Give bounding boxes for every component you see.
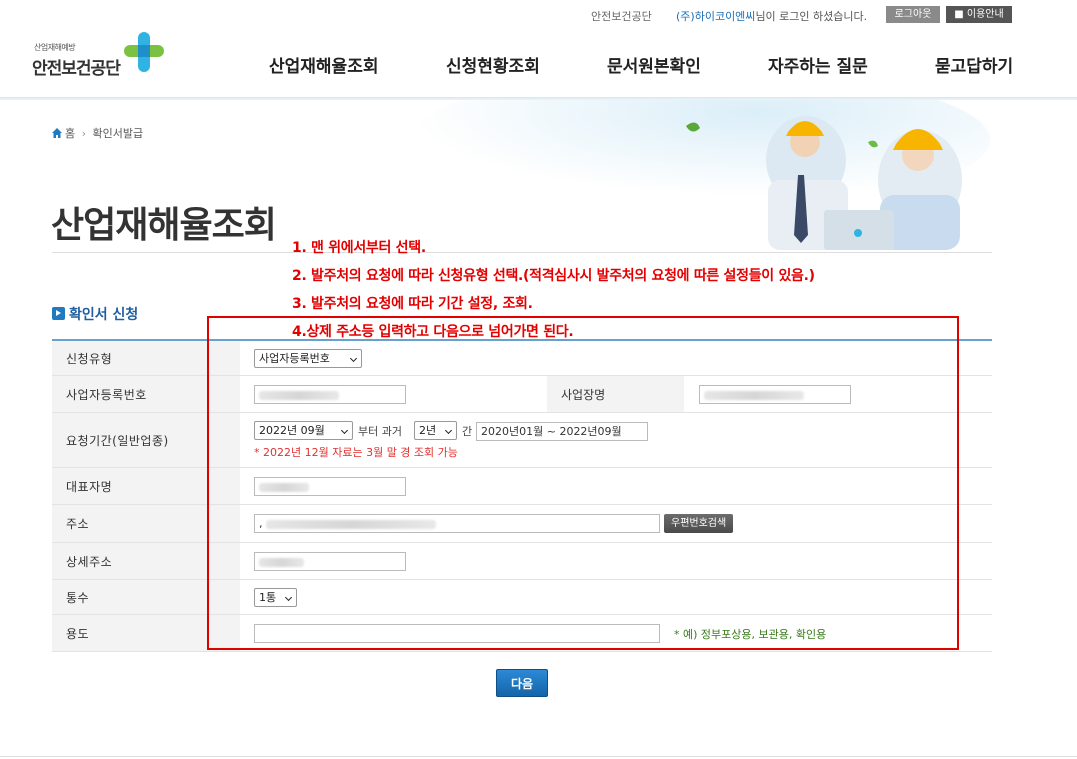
annotation-note-1: 1. 맨 위에서부터 선택. [292, 240, 426, 256]
type-select[interactable]: 사업자등록번호 [254, 349, 362, 368]
home-icon[interactable] [52, 128, 62, 138]
form-row-purpose: 용도 * 예) 정부포상용, 보관용, 확인용 [52, 615, 992, 652]
breadcrumb-home[interactable]: 홈 [65, 127, 75, 140]
address-input[interactable]: , [254, 514, 660, 533]
bizname-label: 사업장명 [547, 376, 684, 412]
address-label: 주소 [52, 505, 240, 542]
form-row-address: 주소 , 우편번호검색 [52, 505, 992, 543]
breadcrumb: 홈 › 확인서발급 [52, 125, 143, 141]
copies-select[interactable]: 1통 [254, 588, 297, 607]
period-years-select[interactable]: 2년 [414, 421, 457, 440]
nav-item-application-status[interactable]: 신청현황조회 [446, 52, 540, 77]
form-row-copies: 통수 1통 [52, 580, 992, 615]
address-prefix: , [259, 517, 263, 530]
form-row-ceo: 대표자명 [52, 468, 992, 505]
annotation-note-3: 3. 발주처의 요청에 따라 기간 설정, 조회. [292, 296, 533, 312]
breadcrumb-current: 확인서발급 [92, 127, 144, 140]
org-link[interactable]: 안전보건공단 [591, 8, 652, 24]
annotation-note-2: 2. 발주처의 요청에 따라 신청유형 선택.(적격심사시 발주처의 요청에 따… [292, 268, 815, 284]
period-from-text: 부터 과거 [358, 425, 402, 438]
ceo-input[interactable] [254, 477, 406, 496]
nav-item-document-check[interactable]: 문서원본확인 [607, 52, 701, 77]
bizno-label: 사업자등록번호 [52, 376, 240, 412]
annotation-note-4: 4.상제 주소등 입력하고 다음으로 넘어가면 된다. [292, 324, 574, 340]
main-nav: 산업재해율조회 신청현황조회 문서원본확인 자주하는 질문 묻고답하기 [0, 52, 1077, 78]
period-range-field: 2020년01월 ~ 2022년09월 [476, 422, 648, 441]
guide-button[interactable]: ■ 이용안내 [946, 6, 1012, 23]
form-row-detail-address: 상세주소 [52, 543, 992, 580]
copies-label: 통수 [52, 580, 240, 614]
period-hint: * 2022년 12월 자료는 3월 말 경 조회 가능 [254, 446, 458, 459]
detail-address-input[interactable] [254, 552, 406, 571]
footer-divider [0, 756, 1077, 757]
user-name: (주)하이코이엔씨 [676, 10, 756, 23]
nav-item-accident-rate[interactable]: 산업재해율조회 [269, 52, 378, 77]
zipcode-search-button[interactable]: 우편번호검색 [664, 514, 734, 533]
title-divider [52, 252, 992, 253]
arrow-bullet-icon [52, 307, 65, 320]
person-icon: ■ [954, 9, 967, 20]
detail-address-label: 상세주소 [52, 543, 240, 579]
period-month-select[interactable]: 2022년 09월 [254, 421, 353, 440]
form-row-period: 요청기간(일반업종) 2022년 09월 부터 과거 2년 간 2020년01월… [52, 413, 992, 468]
bizno-input[interactable] [254, 385, 406, 404]
bizname-input[interactable] [699, 385, 851, 404]
period-label: 요청기간(일반업종) [52, 413, 240, 467]
period-gan-text: 간 [462, 425, 473, 438]
logout-button[interactable]: 로그아웃 [886, 6, 940, 23]
type-label: 신청유형 [52, 341, 240, 375]
application-form: 신청유형 사업자등록번호 사업자등록번호 사업장명 요청기간(일반업종) 202… [52, 339, 992, 652]
login-user: (주)하이코이엔씨님이 로그인 하셨습니다. [676, 8, 867, 24]
ceo-label: 대표자명 [52, 468, 240, 504]
section-title-text: 확인서 신청 [69, 307, 139, 323]
chevron-right-icon: › [81, 127, 87, 140]
guide-label: 이용안내 [966, 9, 1004, 20]
section-title: 확인서 신청 [52, 304, 138, 324]
next-button[interactable]: 다음 [496, 669, 548, 697]
top-utility-bar: 안전보건공단 (주)하이코이엔씨님이 로그인 하셨습니다. 로그아웃 ■ 이용안… [0, 0, 1077, 30]
login-status-text: 님이 로그인 하셨습니다. [755, 10, 868, 23]
purpose-input[interactable] [254, 624, 660, 643]
purpose-hint: * 예) 정부포상용, 보관용, 확인용 [674, 628, 827, 641]
nav-item-qna[interactable]: 묻고답하기 [935, 52, 1013, 77]
form-row-bizno: 사업자등록번호 사업장명 [52, 376, 992, 413]
page-title: 산업재해율조회 [51, 205, 277, 246]
form-row-type: 신청유형 사업자등록번호 [52, 341, 992, 376]
purpose-label: 용도 [52, 615, 240, 651]
nav-item-faq[interactable]: 자주하는 질문 [768, 52, 868, 77]
